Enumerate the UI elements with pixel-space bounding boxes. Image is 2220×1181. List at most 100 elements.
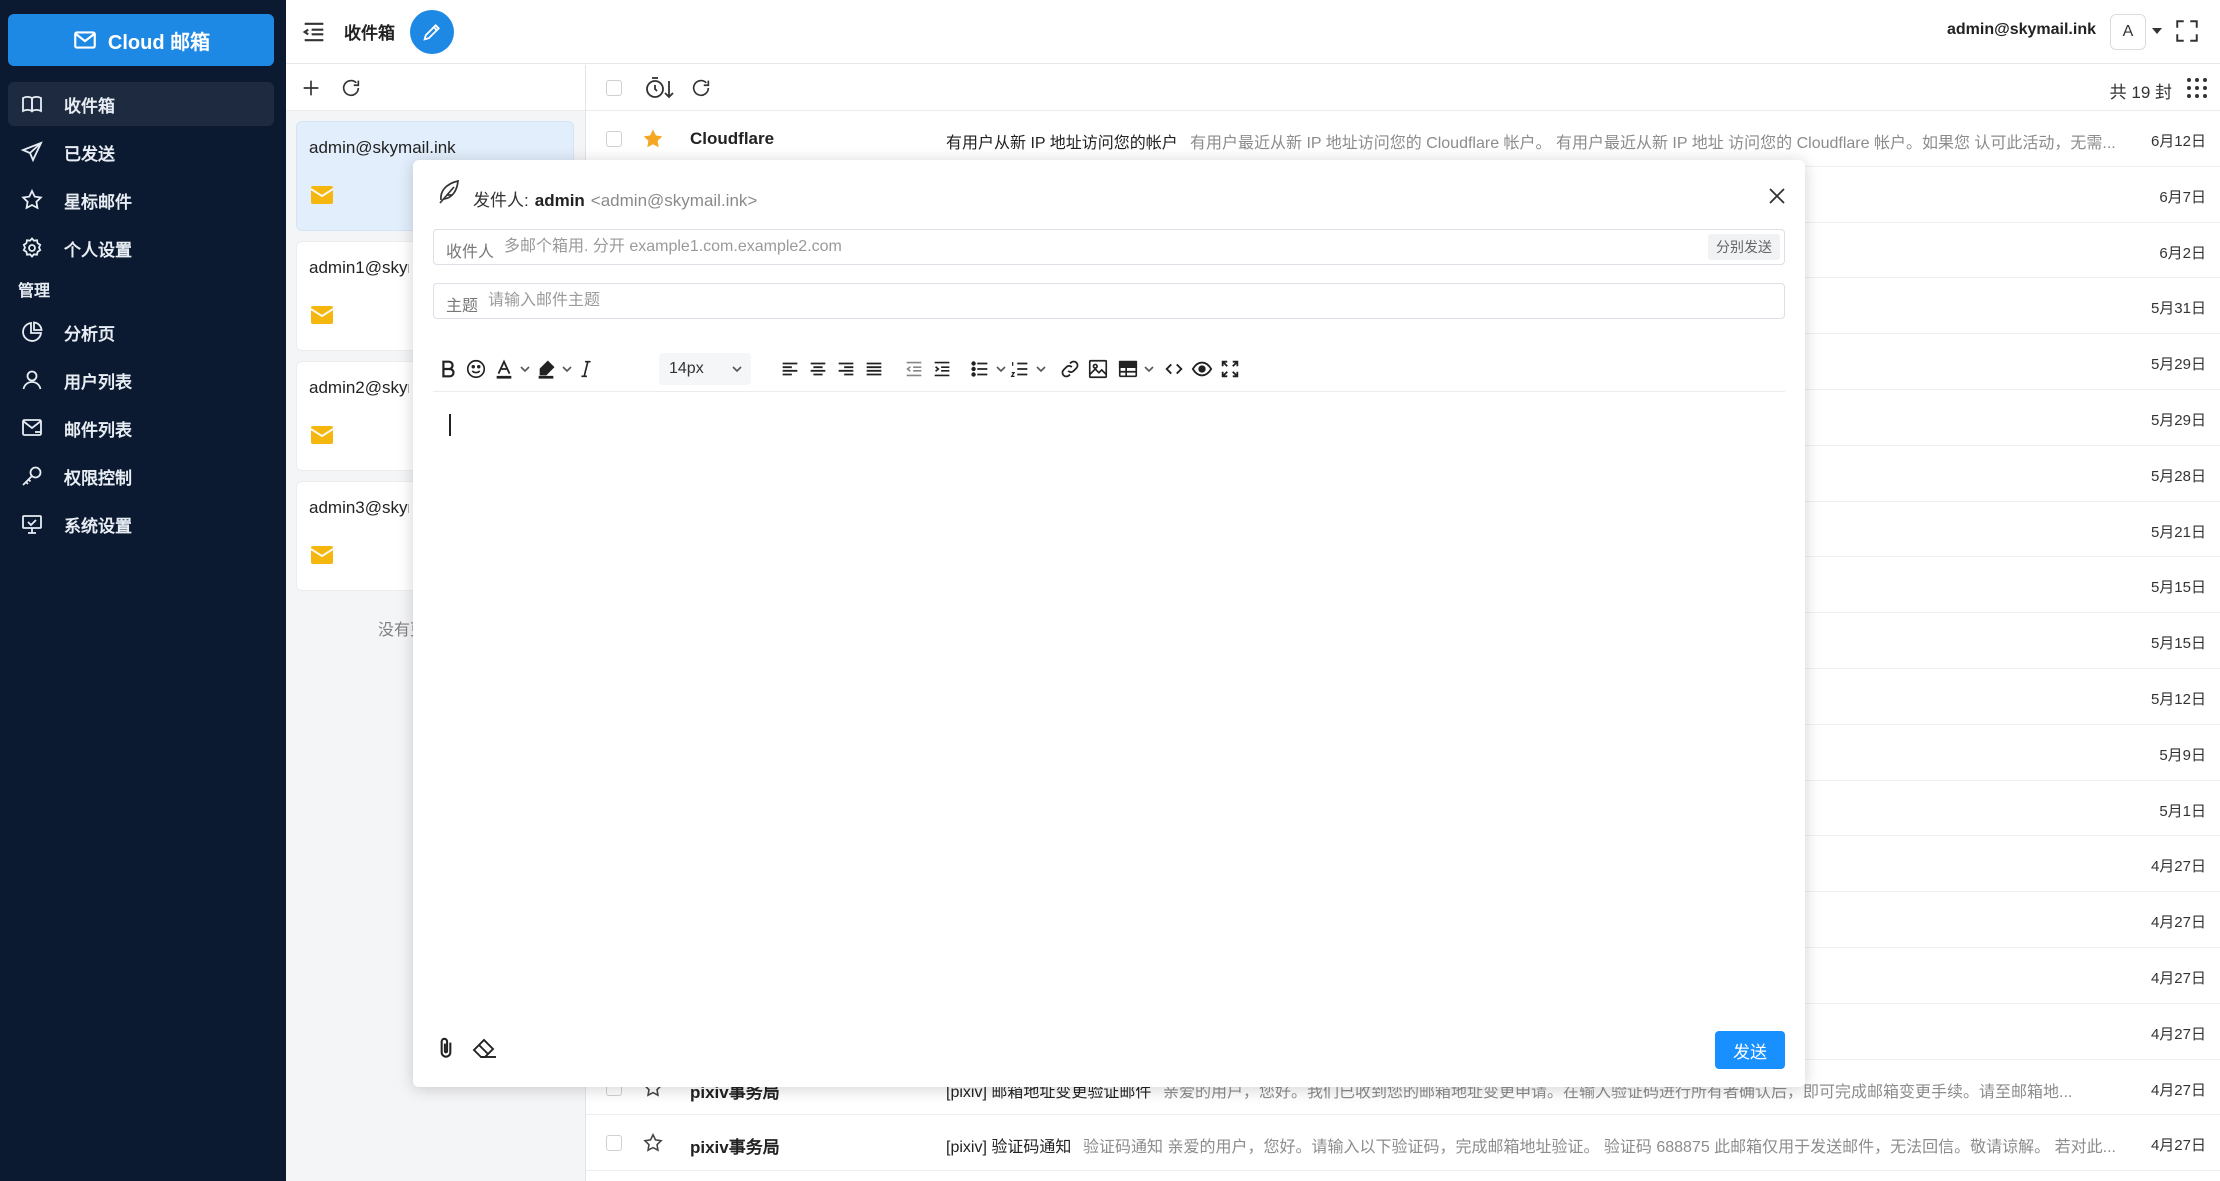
- code-button[interactable]: [1163, 356, 1185, 382]
- top-header: 收件箱 admin@skymail.ink A: [286, 0, 2220, 64]
- subject-input[interactable]: [488, 286, 1772, 316]
- sort-by-time-icon[interactable]: [644, 75, 674, 101]
- sidebar-item-label: 权限控制: [64, 468, 132, 488]
- sidebar-item-inbox[interactable]: 收件箱: [8, 82, 274, 126]
- emoji-button[interactable]: [465, 356, 487, 382]
- subject-field: 主题: [433, 283, 1785, 319]
- sidebar-item-label: 系统设置: [64, 516, 132, 536]
- image-icon: [1088, 359, 1108, 379]
- sender-name: admin: [534, 191, 585, 210]
- mail-checkbox[interactable]: [606, 1135, 622, 1152]
- sidebar-item-analytics[interactable]: 分析页: [8, 310, 274, 354]
- outdent-icon: [906, 361, 922, 377]
- code-icon: [1165, 363, 1183, 375]
- font-color-button[interactable]: [493, 356, 531, 382]
- mail-date: 6月2日: [2159, 244, 2206, 262]
- send-button[interactable]: 发送: [1715, 1031, 1785, 1069]
- numbered-list-button[interactable]: [1009, 356, 1047, 382]
- refresh-icon[interactable]: [340, 77, 362, 99]
- preview-button[interactable]: [1191, 356, 1213, 382]
- user-icon: [22, 370, 42, 390]
- caret-down-icon[interactable]: [2150, 24, 2164, 38]
- table-icon: [1118, 360, 1138, 378]
- eraser-icon[interactable]: [471, 1035, 499, 1061]
- outdent-button[interactable]: [903, 356, 925, 382]
- account-email: admin3@skymail.ink: [309, 498, 409, 517]
- align-left-icon: [782, 362, 798, 376]
- envelope-icon: [311, 546, 333, 564]
- page-title: 收件箱: [344, 24, 395, 43]
- avatar[interactable]: A: [2110, 14, 2146, 50]
- sidebar-item-system-settings[interactable]: 系统设置: [8, 502, 274, 546]
- refresh-icon[interactable]: [690, 77, 712, 99]
- align-center-button[interactable]: [807, 356, 829, 382]
- sidebar-item-users[interactable]: 用户列表: [8, 358, 274, 402]
- star-icon[interactable]: [642, 1132, 664, 1154]
- align-right-button[interactable]: [835, 356, 857, 382]
- indent-button[interactable]: [931, 356, 953, 382]
- chevron-down-icon: [996, 366, 1006, 373]
- font-size-select[interactable]: 14px: [659, 353, 751, 385]
- sidebar-item-label: 分析页: [64, 324, 115, 344]
- link-button[interactable]: [1059, 356, 1081, 382]
- fullscreen-icon: [1221, 360, 1239, 378]
- mail-date: 5月12日: [2150, 691, 2206, 708]
- sidebar-item-label: 星标邮件: [64, 192, 132, 212]
- plus-icon[interactable]: [300, 77, 322, 99]
- star-icon[interactable]: [642, 128, 664, 150]
- align-left-button[interactable]: [779, 356, 801, 382]
- sidebar: Cloud 邮箱 收件箱 已发送 星标邮件 个人设置 管理 分析页 用户列表 邮…: [0, 0, 286, 1181]
- sidebar-item-label: 收件箱: [64, 96, 115, 116]
- italic-icon: [581, 360, 591, 378]
- select-all-checkbox[interactable]: [606, 80, 622, 96]
- mail-date: 5月29日: [2150, 356, 2206, 374]
- paperclip-icon[interactable]: [433, 1035, 459, 1061]
- envelope-icon: [311, 186, 333, 204]
- editor-fullscreen-button[interactable]: [1219, 356, 1241, 382]
- indent-icon: [934, 361, 950, 377]
- sidebar-item-settings[interactable]: 个人设置: [8, 226, 274, 270]
- mail-date: 5月1日: [2159, 802, 2206, 820]
- mail-date: 5月21日: [2150, 523, 2206, 541]
- sidebar-item-permissions[interactable]: 权限控制: [8, 454, 274, 498]
- sidebar-group-admin: 管理: [18, 283, 51, 300]
- eye-icon: [1191, 361, 1213, 377]
- close-icon[interactable]: [1767, 186, 1787, 206]
- align-center-icon: [810, 362, 826, 376]
- account-toolbar: [286, 65, 585, 111]
- sidebar-item-mail-list[interactable]: 邮件列表: [8, 406, 274, 450]
- sidebar-menu: 收件箱 已发送 星标邮件 个人设置 管理 分析页 用户列表 邮件列表 权限控制 …: [0, 82, 286, 550]
- mail-checkbox[interactable]: [606, 131, 622, 147]
- bold-button[interactable]: [437, 356, 459, 382]
- table-button[interactable]: [1117, 356, 1155, 382]
- chevron-down-icon: [732, 366, 742, 373]
- split-send-button[interactable]: 分别发送: [1708, 234, 1780, 260]
- mail-sender: Cloudflare: [690, 129, 775, 148]
- mail-list-toolbar: 共 19 封: [586, 65, 2220, 111]
- mail-sender: pixiv事务局: [690, 1138, 780, 1158]
- sidebar-item-sent[interactable]: 已发送: [8, 130, 274, 174]
- editor-content[interactable]: [433, 400, 1785, 997]
- compose-button[interactable]: [410, 10, 454, 54]
- sidebar-item-starred[interactable]: 星标邮件: [8, 178, 274, 222]
- mail-row[interactable]: Cloudflare 有用户从新 IP 地址访问您的帐户 有用户最近从新 IP 地址…: [586, 111, 2220, 167]
- mail-list-icon: [22, 419, 42, 436]
- grid-icon[interactable]: [2186, 77, 2208, 99]
- italic-button[interactable]: [575, 356, 597, 382]
- mail-date: 4月27日: [2150, 1137, 2206, 1155]
- mail-date: 5月15日: [2150, 579, 2206, 597]
- mail-date: 5月31日: [2150, 300, 2206, 318]
- highlight-button[interactable]: [535, 356, 573, 382]
- image-button[interactable]: [1087, 356, 1109, 382]
- user-email: admin@skymail.ink: [1947, 21, 2096, 38]
- sender-line: 发件人: admin <admin@skymail.ink>: [473, 186, 757, 211]
- menu-collapse-icon[interactable]: [300, 18, 328, 46]
- brand-button[interactable]: Cloud 邮箱: [8, 14, 274, 66]
- align-justify-button[interactable]: [863, 356, 885, 382]
- bullet-list-button[interactable]: [969, 356, 1007, 382]
- fullscreen-icon[interactable]: [2174, 18, 2200, 44]
- mail-row[interactable]: pixiv事务局 [pixiv] 验证码通知 验证码通知 亲爱的用户，您好。请输入以…: [586, 1115, 2220, 1172]
- account-email: admin1@skymail.ink: [309, 258, 409, 277]
- mail-count: 共 19 封: [2109, 83, 2172, 102]
- recipient-input[interactable]: [504, 232, 1704, 262]
